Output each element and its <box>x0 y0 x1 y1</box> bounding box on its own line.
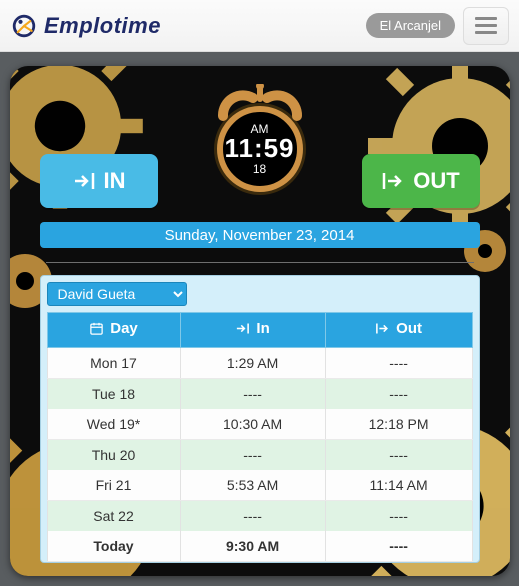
col-in-header: In <box>180 313 325 348</box>
hamburger-bar-icon <box>475 17 497 20</box>
cell-in: 10:30 AM <box>180 409 325 440</box>
table-row: Sat 22-------- <box>47 501 472 532</box>
sign-in-icon <box>72 169 96 193</box>
timecard-table: Day In Out Mon 171:29 AM----Tue 18------… <box>47 312 473 562</box>
cell-in: 1:29 AM <box>180 348 325 379</box>
brand-logo: Emplotime <box>10 12 161 40</box>
cell-day: Thu 20 <box>47 440 180 471</box>
cell-in: 5:53 AM <box>180 470 325 501</box>
cell-out: ---- <box>325 348 472 379</box>
cell-day: Tue 18 <box>47 379 180 410</box>
topbar: Emplotime El Arcanjel <box>0 0 519 52</box>
hamburger-menu-button[interactable] <box>463 7 509 45</box>
table-row: Thu 20-------- <box>47 440 472 471</box>
timecard-panel: David Gueta Day In <box>40 275 480 563</box>
alarm-bells-icon <box>205 84 315 124</box>
brand-name: Emplotime <box>44 13 161 39</box>
divider <box>46 262 474 263</box>
sign-out-icon <box>381 169 405 193</box>
cell-out: 12:18 PM <box>325 409 472 440</box>
employee-select[interactable]: David Gueta <box>47 282 187 306</box>
cell-out: 11:14 AM <box>325 470 472 501</box>
user-menu[interactable]: El Arcanjel <box>366 13 455 38</box>
cell-day: Sat 22 <box>47 501 180 532</box>
col-day-header: Day <box>47 313 180 348</box>
table-row: Mon 171:29 AM---- <box>47 348 472 379</box>
cell-in: ---- <box>180 379 325 410</box>
clock-in-button[interactable]: IN <box>40 154 158 208</box>
current-date-bar: Sunday, November 23, 2014 <box>40 222 480 248</box>
alarm-clock: AM 11:59 18 <box>200 74 320 192</box>
clock-seconds: 18 <box>253 163 266 175</box>
col-out-header: Out <box>325 313 472 348</box>
cell-out: ---- <box>325 440 472 471</box>
cell-out: ---- <box>325 531 472 562</box>
hamburger-bar-icon <box>475 31 497 34</box>
clock-time: 11:59 <box>224 135 294 161</box>
cell-in: 9:30 AM <box>180 531 325 562</box>
timeclock-card: AM 11:59 18 IN OUT Sunday, November 23, … <box>10 66 510 576</box>
cell-in: ---- <box>180 440 325 471</box>
clock-in-label: IN <box>104 168 126 194</box>
clock-out-button[interactable]: OUT <box>362 154 480 208</box>
brand-mark-icon <box>10 12 38 40</box>
cell-out: ---- <box>325 501 472 532</box>
cell-out: ---- <box>325 379 472 410</box>
calendar-icon <box>89 321 104 336</box>
cell-day: Today <box>47 531 180 562</box>
hamburger-bar-icon <box>475 24 497 27</box>
cell-day: Fri 21 <box>47 470 180 501</box>
sign-out-icon <box>375 321 390 336</box>
table-row: Tue 18-------- <box>47 379 472 410</box>
sign-in-icon <box>235 321 250 336</box>
table-row: Fri 215:53 AM11:14 AM <box>47 470 472 501</box>
clock-out-label: OUT <box>413 168 459 194</box>
cell-day: Mon 17 <box>47 348 180 379</box>
table-row: Wed 19*10:30 AM12:18 PM <box>47 409 472 440</box>
table-row: Today9:30 AM---- <box>47 531 472 562</box>
cell-in: ---- <box>180 501 325 532</box>
cell-day: Wed 19* <box>47 409 180 440</box>
